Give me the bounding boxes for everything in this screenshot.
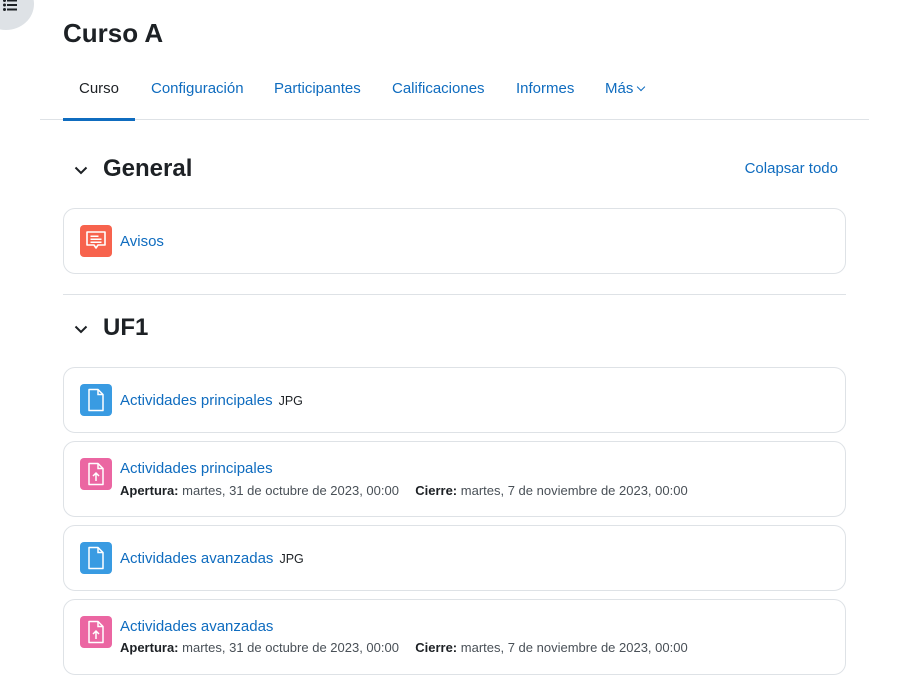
assignment-upload-icon <box>80 616 112 648</box>
list-icon <box>3 0 17 11</box>
chevron-down-icon[interactable] <box>73 162 89 178</box>
file-type-badge: JPG <box>279 552 304 566</box>
activity-link[interactable]: Actividades avanzadas <box>120 618 273 635</box>
section-divider <box>63 294 846 295</box>
tab-configuracion[interactable]: Configuración <box>151 67 244 120</box>
activity-card: Actividades avanzadas Apertura: martes, … <box>63 599 846 675</box>
chevron-down-icon <box>637 82 646 92</box>
course-tabs: Curso Configuración Participantes Califi… <box>40 67 869 121</box>
course-index-toggle[interactable] <box>0 0 34 30</box>
tab-curso[interactable]: Curso <box>63 67 135 121</box>
activity-link-avisos[interactable]: Avisos <box>120 233 164 250</box>
activity-link[interactable]: Actividades principales JPG <box>120 392 303 409</box>
activity-dates: Apertura: martes, 31 de octubre de 2023,… <box>120 640 688 655</box>
tab-calificaciones[interactable]: Calificaciones <box>392 67 485 120</box>
activity-card: Actividades avanzadas JPG <box>63 525 846 591</box>
activity-card: Actividades principales Apertura: martes… <box>63 441 846 517</box>
section-title: UF1 <box>103 314 149 341</box>
tab-mas[interactable]: Más <box>605 67 646 120</box>
activity-link[interactable]: Actividades avanzadas JPG <box>120 550 304 567</box>
page-title: Curso A <box>63 18 164 48</box>
assignment-upload-icon <box>80 458 112 490</box>
activity-card: Actividades principales JPG <box>63 367 846 433</box>
chevron-down-icon[interactable] <box>73 321 89 337</box>
tab-informes[interactable]: Informes <box>516 67 574 120</box>
file-icon <box>80 384 112 416</box>
section-header-general: General Colapsar todo <box>63 152 846 188</box>
section-header-uf1: UF1 <box>63 311 846 347</box>
file-icon <box>80 542 112 574</box>
activity-dates: Apertura: martes, 31 de octubre de 2023,… <box>120 483 688 498</box>
activity-card: Avisos <box>63 208 846 274</box>
forum-icon <box>80 225 112 257</box>
tab-participantes[interactable]: Participantes <box>274 67 361 120</box>
section-title: General <box>103 155 193 182</box>
collapse-all-link[interactable]: Colapsar todo <box>745 160 838 177</box>
file-type-badge: JPG <box>278 394 303 408</box>
activity-link[interactable]: Actividades principales <box>120 460 273 477</box>
